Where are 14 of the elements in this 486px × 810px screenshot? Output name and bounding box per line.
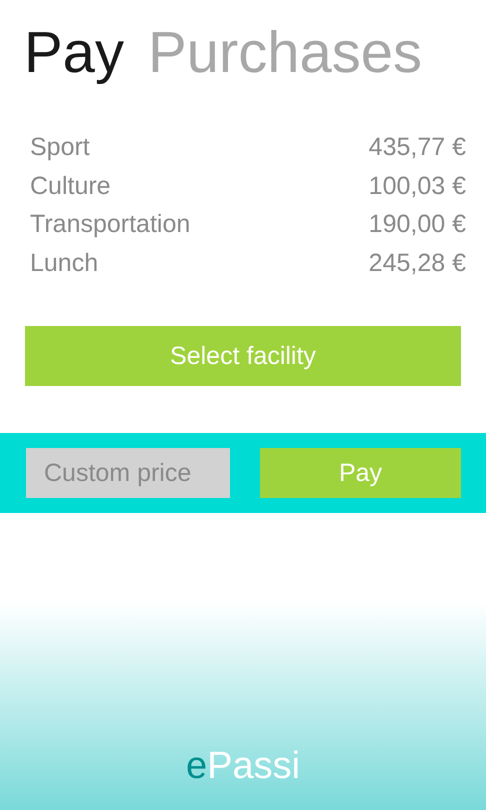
pay-button[interactable]: Pay [260,448,461,498]
category-label: Culture [30,170,111,202]
category-label: Lunch [30,248,98,278]
custom-price-field[interactable]: Custom price [26,448,230,498]
balance-amount: 435,77 € [368,132,466,163]
category-label: Transportation [30,209,190,240]
pivot-tab[interactable]: Pay [24,8,124,98]
select-facility-button[interactable]: Select facility [25,326,461,386]
balance-amount: 245,28 € [368,248,466,278]
balance-amount: 190,00 € [368,209,466,240]
balance-amount: 100,03 € [368,170,466,202]
pivot-tab[interactable]: Purchases [148,8,422,98]
category-label: Sport [30,132,90,163]
logo: ePassi [186,745,300,788]
